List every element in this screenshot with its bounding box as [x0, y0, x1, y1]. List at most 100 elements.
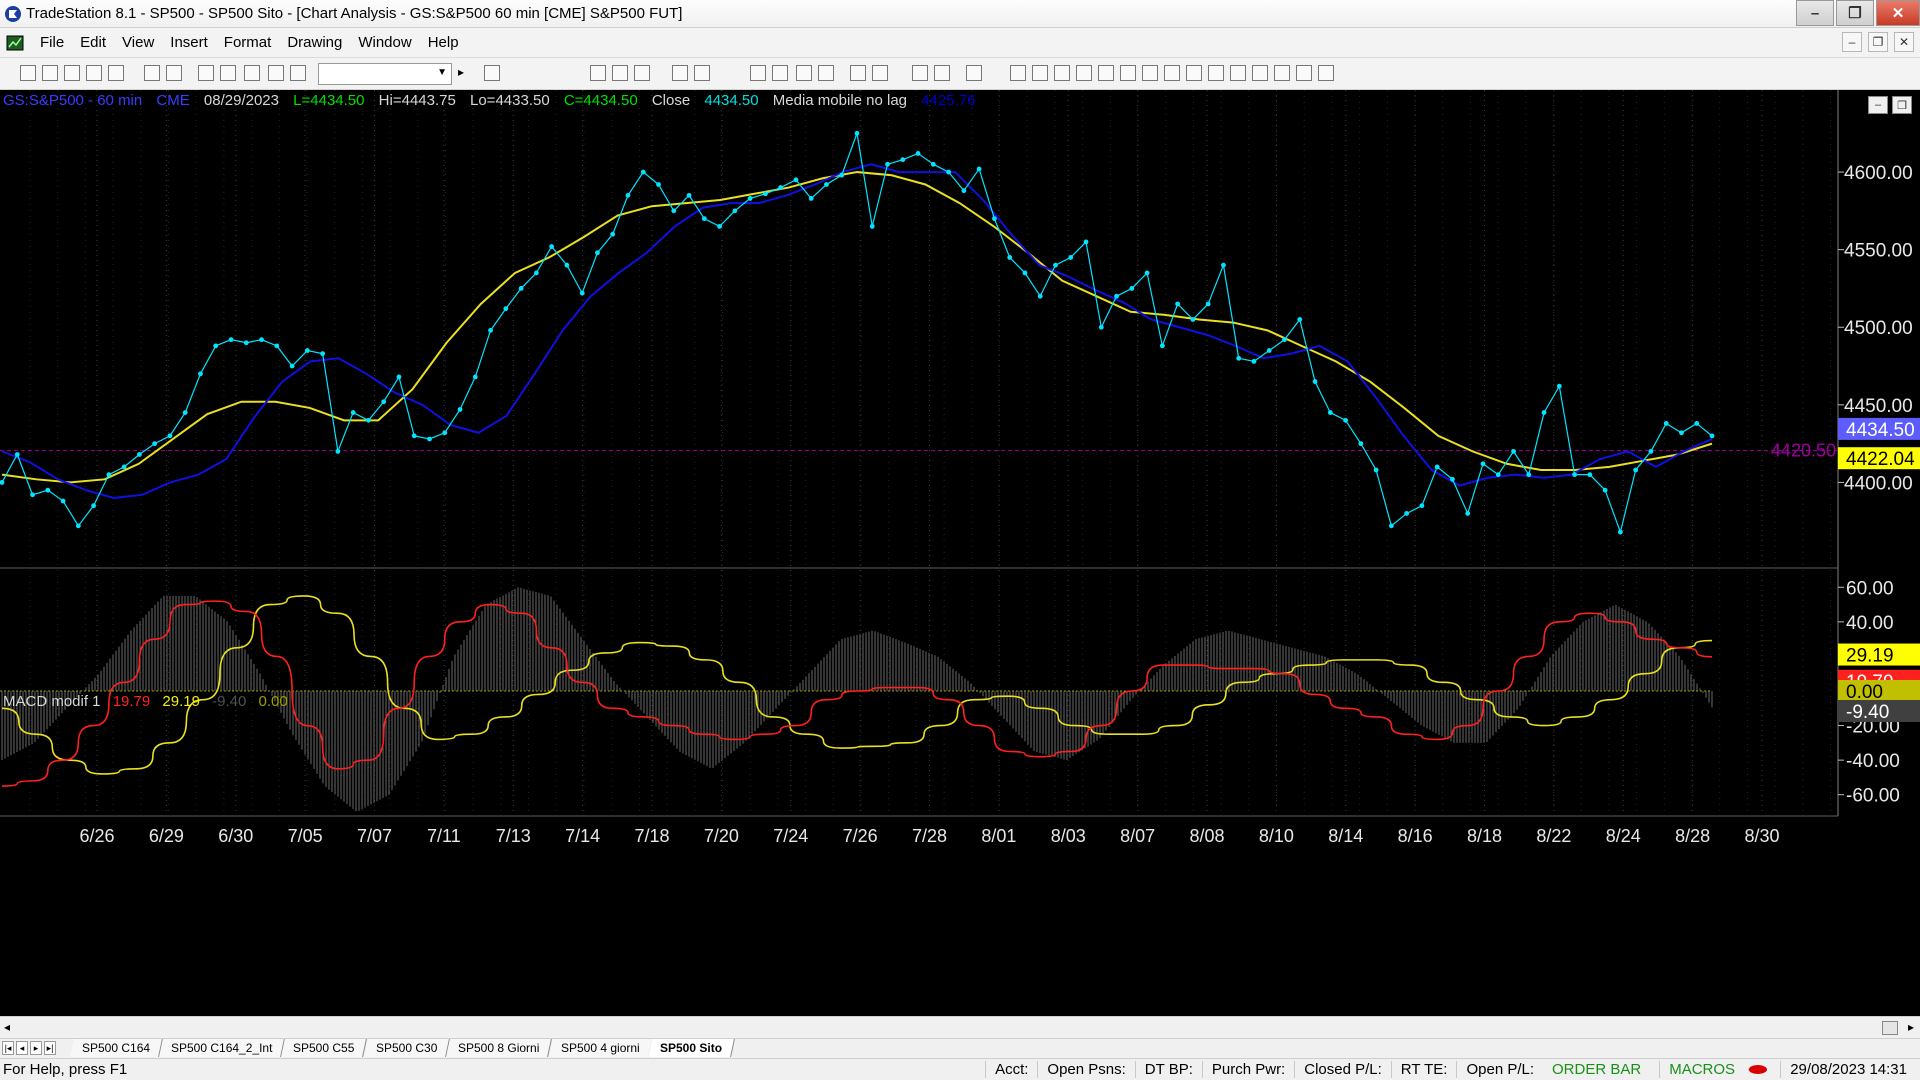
symbol-combo[interactable]	[318, 63, 452, 85]
macd-name-label: MACD modif 1	[3, 693, 101, 710]
date-label: 08/29/2023	[203, 92, 279, 109]
close-button[interactable]: ✕	[1876, 0, 1920, 26]
candle-chart-icon[interactable]	[772, 65, 788, 81]
arrow-down-icon[interactable]	[1186, 65, 1202, 81]
tab-sp500-c164-2-int[interactable]: SP500 C164_2_Int	[159, 1039, 286, 1057]
toolbox-icon[interactable]	[966, 65, 982, 81]
tab-sp500-4-giorni[interactable]: SP500 4 giorni	[548, 1039, 653, 1057]
cycle-icon[interactable]	[1296, 65, 1312, 81]
window-tile-icon[interactable]	[220, 65, 236, 81]
find-icon[interactable]	[484, 65, 500, 81]
price-point	[625, 192, 631, 198]
menu-drawing[interactable]: Drawing	[279, 34, 350, 51]
symbol-label: GS:S&P500 - 60 min	[3, 92, 143, 109]
chart-scrollbar[interactable]: ◂ ▸	[0, 1016, 1920, 1038]
zoom-out-icon[interactable]	[872, 65, 888, 81]
lock-icon[interactable]	[244, 65, 260, 81]
macros-button[interactable]: MACROS	[1650, 1061, 1780, 1078]
status-bar: For Help, press F1 Acct: Open Psns: DT B…	[0, 1058, 1920, 1080]
price-point	[1251, 358, 1257, 364]
data-window-icon[interactable]	[590, 65, 606, 81]
tab-sp500-8-giorni[interactable]: SP500 8 Giorni	[446, 1039, 553, 1057]
chart-settings-icon[interactable]	[612, 65, 628, 81]
tab-first-icon[interactable]: |◂	[2, 1041, 14, 1055]
trendline-icon[interactable]	[1010, 65, 1026, 81]
freehand-icon[interactable]	[1274, 65, 1290, 81]
menu-file[interactable]: File	[32, 34, 72, 51]
tab-prev-icon[interactable]: ◂	[16, 1041, 28, 1055]
maximize-button[interactable]: ❐	[1836, 0, 1874, 26]
ellipse-icon[interactable]	[1208, 65, 1224, 81]
menu-format[interactable]: Format	[216, 34, 280, 51]
zoom-in-icon[interactable]	[850, 65, 866, 81]
select-icon[interactable]	[934, 65, 950, 81]
chart-area[interactable]: 6/26 6/29 6/30 7/05 7/07 7/11 7/13 7/14 7/18 7/20…	[0, 90, 1920, 1016]
print-icon[interactable]	[166, 65, 182, 81]
horizontal-line-icon[interactable]	[1032, 65, 1048, 81]
tab-next-icon[interactable]: ▸	[30, 1041, 42, 1055]
price-point	[961, 188, 967, 194]
open-workspace-icon[interactable]	[108, 65, 124, 81]
new-document-icon[interactable]	[20, 65, 36, 81]
crosshair-icon[interactable]	[912, 65, 928, 81]
new-workspace-icon[interactable]	[86, 65, 102, 81]
exchange-label: CME	[156, 92, 190, 109]
last-price-tag: 4434.50	[1846, 420, 1915, 441]
price-point	[152, 441, 158, 447]
palette-icon[interactable]	[290, 65, 306, 81]
bar-chart-icon[interactable]	[750, 65, 766, 81]
price-point	[45, 487, 51, 493]
text-icon[interactable]	[1252, 65, 1268, 81]
arc-icon[interactable]	[1098, 65, 1114, 81]
tab-sp500-sito[interactable]: SP500 Sito	[648, 1039, 736, 1057]
menu-window[interactable]: Window	[350, 34, 419, 51]
chart-canvas[interactable]: 6/26 6/29 6/30 7/05 7/07 7/11 7/13 7/14 7/18 7/20…	[0, 90, 1920, 1016]
tab-sp500-c164[interactable]: SP500 C164	[70, 1039, 163, 1057]
order-bar-button[interactable]: ORDER BAR	[1543, 1061, 1650, 1078]
combo-arrow-icon[interactable]: ▸	[458, 65, 474, 81]
menu-insert[interactable]: Insert	[162, 34, 216, 51]
price-point	[854, 130, 860, 136]
pane-minimize-button[interactable]: –	[1868, 96, 1888, 114]
mdi-close-button[interactable]: ✕	[1894, 32, 1914, 52]
tab-sp500-c55[interactable]: SP500 C55	[281, 1039, 368, 1057]
scroll-thumb[interactable]	[1882, 1021, 1898, 1035]
channel-icon[interactable]	[1076, 65, 1092, 81]
price-point	[396, 374, 402, 380]
drawing-icon[interactable]	[268, 65, 284, 81]
price-point	[1129, 286, 1135, 291]
menu-edit[interactable]: Edit	[72, 34, 114, 51]
fibonacci-icon[interactable]	[1054, 65, 1070, 81]
mdi-restore-button[interactable]: ❐	[1868, 32, 1888, 52]
price-point	[320, 351, 326, 357]
tab-last-icon[interactable]: ▸|	[44, 1041, 56, 1055]
indicator-icon[interactable]	[672, 65, 688, 81]
copy-icon[interactable]	[64, 65, 80, 81]
chart-window-icon[interactable]	[6, 35, 24, 51]
gann-icon[interactable]	[1120, 65, 1136, 81]
arrow-up-icon[interactable]	[1164, 65, 1180, 81]
line-chart-icon[interactable]	[796, 65, 812, 81]
menu-view[interactable]: View	[114, 34, 162, 51]
tab-sp500-c30[interactable]: SP500 C30	[363, 1039, 451, 1057]
open-folder-icon[interactable]	[42, 65, 58, 81]
scroll-right-icon[interactable]: ▸	[1908, 1020, 1914, 1034]
pitchfork-icon[interactable]	[1142, 65, 1158, 81]
price-point	[549, 244, 555, 249]
histogram-icon[interactable]	[818, 65, 834, 81]
scroll-left-icon[interactable]: ◂	[4, 1020, 10, 1034]
mdi-minimize-button[interactable]: –	[1842, 32, 1862, 52]
rectangle-icon[interactable]	[1230, 65, 1246, 81]
window-arrange-icon[interactable]	[198, 65, 214, 81]
price-point	[411, 433, 417, 439]
pane-restore-button[interactable]: ❐	[1892, 96, 1912, 114]
quote-icon[interactable]	[634, 65, 650, 81]
minimize-button[interactable]: –	[1796, 0, 1834, 26]
speedline-icon[interactable]	[1318, 65, 1334, 81]
print-preview-icon[interactable]	[144, 65, 160, 81]
price-point	[1297, 317, 1303, 322]
strategy-icon[interactable]	[694, 65, 710, 81]
price-point	[1190, 317, 1196, 322]
price-point	[1388, 523, 1394, 529]
menu-help[interactable]: Help	[420, 34, 467, 51]
